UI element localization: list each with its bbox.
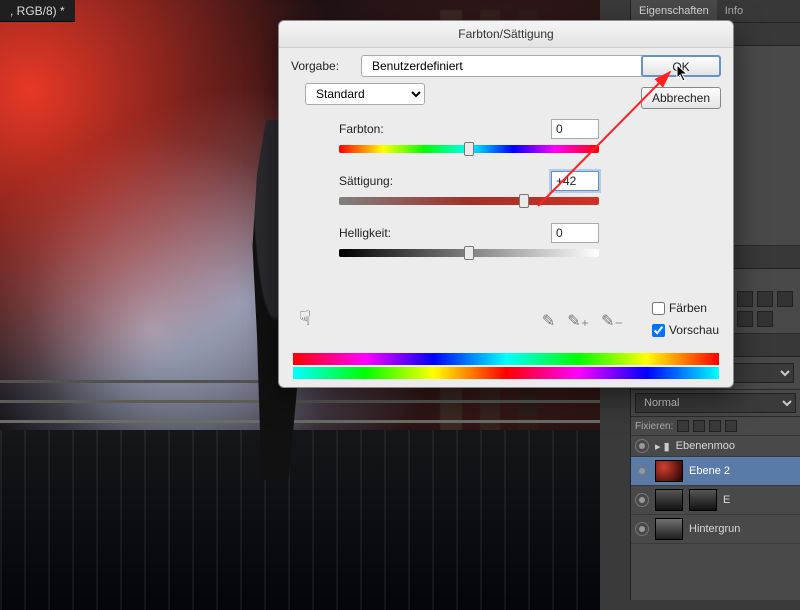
saturation-input[interactable]: +42 (551, 171, 599, 191)
layer-thumbnail (655, 460, 683, 482)
eyedropper-icon[interactable]: ✎ (542, 311, 555, 331)
adj-icon[interactable] (737, 291, 753, 307)
hue-label: Farbton: (339, 122, 419, 136)
lock-label: Fixieren: (635, 421, 673, 432)
eyedropper-add-icon[interactable]: ✎₊ (567, 311, 589, 331)
lock-position-icon[interactable] (709, 420, 721, 432)
hue-slider[interactable] (339, 145, 599, 153)
cursor-icon (676, 64, 690, 82)
tab-info[interactable]: Info (717, 0, 751, 22)
saturation-handle[interactable] (519, 194, 529, 208)
adj-icon[interactable] (737, 311, 753, 327)
colorize-checkbox[interactable]: Färben (652, 297, 719, 319)
colorize-label: Färben (669, 297, 707, 319)
adj-icon[interactable] (757, 311, 773, 327)
dialog-title: Farbton/Sättigung (279, 21, 733, 48)
lightness-input[interactable]: 0 (551, 223, 599, 243)
color-spectrum (293, 351, 719, 379)
layer-row[interactable]: Ebene 2 (631, 457, 800, 486)
bg-railings (0, 420, 600, 423)
hue-saturation-dialog: Farbton/Sättigung Vorgabe: Benutzerdefin… (278, 20, 734, 388)
visibility-icon[interactable] (635, 464, 649, 478)
lock-transparency-icon[interactable] (677, 420, 689, 432)
visibility-icon[interactable] (635, 439, 649, 453)
lightness-label: Helligkeit: (339, 226, 419, 240)
hue-input[interactable]: 0 (551, 119, 599, 139)
adj-icon[interactable] (757, 291, 773, 307)
channel-select[interactable]: Standard (305, 83, 425, 105)
layer-name: Hintergrun (689, 523, 740, 535)
layer-name: Ebenenmoo (676, 440, 735, 452)
preview-label: Vorschau (669, 319, 719, 341)
layer-name: E (723, 494, 730, 506)
folder-icon: ▸ ▮ (655, 440, 670, 453)
visibility-icon[interactable] (635, 522, 649, 536)
hue-handle[interactable] (464, 142, 474, 156)
saturation-label: Sättigung: (339, 174, 419, 188)
lock-row: Fixieren: (631, 417, 800, 436)
preset-label: Vorgabe: (291, 59, 353, 73)
lightness-handle[interactable] (464, 246, 474, 260)
blend-row: Normal (631, 390, 800, 417)
spectrum-before (293, 353, 719, 365)
layer-row[interactable]: Hintergrun (631, 515, 800, 544)
tab-properties[interactable]: Eigenschaften (631, 0, 717, 22)
layer-name: Ebene 2 (689, 465, 730, 477)
lock-pixels-icon[interactable] (693, 420, 705, 432)
layer-thumbnail (655, 518, 683, 540)
bg-floor (0, 430, 600, 610)
layer-mask-thumbnail (689, 489, 717, 511)
spectrum-after (293, 367, 719, 379)
eyedropper-subtract-icon[interactable]: ✎₋ (601, 311, 623, 331)
layer-row[interactable]: E (631, 486, 800, 515)
layer-thumbnail (655, 489, 683, 511)
layer-row[interactable]: ▸ ▮ Ebenenmoo (631, 436, 800, 457)
document-tab[interactable]: , RGB/8) * (0, 0, 75, 22)
visibility-icon[interactable] (635, 493, 649, 507)
lightness-slider[interactable] (339, 249, 599, 257)
targeted-adjust-icon[interactable]: ☟ (299, 306, 311, 331)
saturation-slider[interactable] (339, 197, 599, 205)
cancel-button[interactable]: Abbrechen (641, 87, 721, 109)
blend-mode-select[interactable]: Normal (635, 393, 796, 413)
adj-icon[interactable] (777, 291, 793, 307)
preview-checkbox[interactable]: Vorschau (652, 319, 719, 341)
lock-all-icon[interactable] (725, 420, 737, 432)
